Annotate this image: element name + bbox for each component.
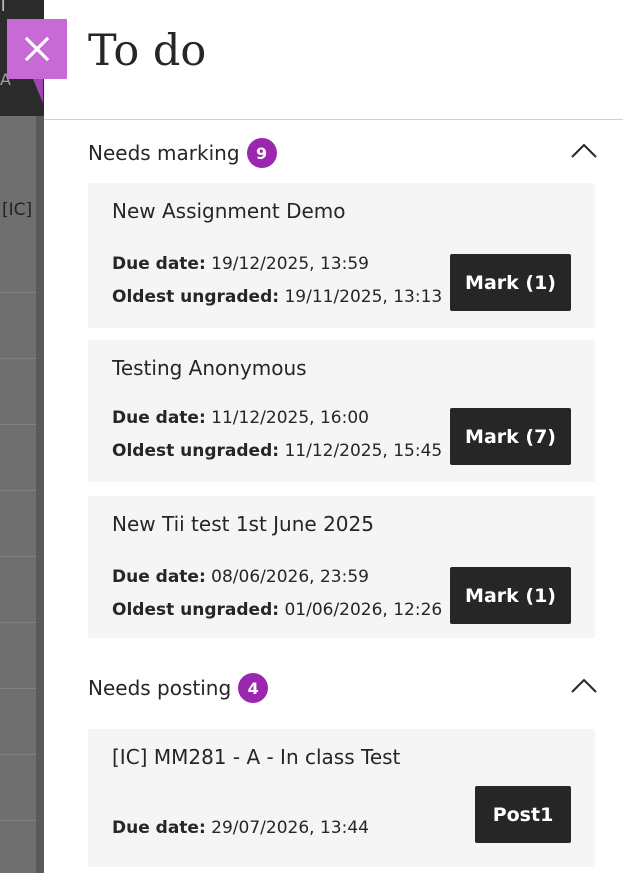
oldest-ungraded-value: 19/11/2025, 13:13 <box>284 287 443 307</box>
section-label: Needs posting <box>88 676 232 700</box>
background-page: T A [IC] M <box>0 0 44 873</box>
background-text: T <box>0 0 9 16</box>
due-date-row: Due date: 11/12/2025, 16:00 <box>112 408 369 428</box>
section-needs-posting-header[interactable]: Needs posting 4 <box>88 671 598 705</box>
mark-button[interactable]: Mark (1) <box>450 567 571 624</box>
mark-button[interactable]: Mark (1) <box>450 254 571 311</box>
close-button-tail <box>33 79 43 103</box>
due-date-value: 29/07/2026, 13:44 <box>211 818 369 838</box>
chevron-up-icon[interactable] <box>570 140 598 160</box>
assignment-title: [IC] MM281 - A - In class Test <box>112 745 401 769</box>
title-divider <box>44 119 623 120</box>
close-icon <box>24 36 50 62</box>
section-label: Needs marking <box>88 141 240 165</box>
list-item: [IC] MM281 - A - In class Test Due date:… <box>88 729 595 867</box>
chevron-up-icon[interactable] <box>570 675 598 695</box>
due-date-value: 08/06/2026, 23:59 <box>211 567 369 587</box>
assignment-title: New Assignment Demo <box>112 199 346 223</box>
post-button[interactable]: Post1 <box>475 786 571 843</box>
due-date-value: 19/12/2025, 13:59 <box>211 254 369 274</box>
oldest-ungraded-label: Oldest ungraded: <box>112 441 280 461</box>
todo-panel: To do Needs marking 9 New Assignment Dem… <box>44 0 623 873</box>
oldest-ungraded-row: Oldest ungraded: 11/12/2025, 15:45 <box>112 441 442 461</box>
oldest-ungraded-value: 11/12/2025, 15:45 <box>284 441 443 461</box>
oldest-ungraded-label: Oldest ungraded: <box>112 600 280 620</box>
oldest-ungraded-row: Oldest ungraded: 19/11/2025, 13:13 <box>112 287 442 307</box>
assignment-title: Testing Anonymous <box>112 356 307 380</box>
mark-button[interactable]: Mark (7) <box>450 408 571 465</box>
assignment-title: New Tii test 1st June 2025 <box>112 512 374 536</box>
list-item: New Tii test 1st June 2025 Due date: 08/… <box>88 496 595 638</box>
background-edge <box>36 116 44 873</box>
due-date-row: Due date: 08/06/2026, 23:59 <box>112 567 369 587</box>
close-button[interactable] <box>7 19 67 79</box>
page-title: To do <box>88 26 207 76</box>
oldest-ungraded-row: Oldest ungraded: 01/06/2026, 12:26 <box>112 600 442 620</box>
due-date-row: Due date: 19/12/2025, 13:59 <box>112 254 369 274</box>
oldest-ungraded-value: 01/06/2026, 12:26 <box>284 600 443 620</box>
due-date-label: Due date: <box>112 567 206 587</box>
due-date-value: 11/12/2025, 16:00 <box>211 408 369 428</box>
due-date-label: Due date: <box>112 818 206 838</box>
oldest-ungraded-label: Oldest ungraded: <box>112 287 280 307</box>
due-date-label: Due date: <box>112 408 206 428</box>
due-date-label: Due date: <box>112 254 206 274</box>
due-date-row: Due date: 29/07/2026, 13:44 <box>112 818 369 838</box>
section-needs-marking-header[interactable]: Needs marking 9 <box>88 136 598 170</box>
count-badge: 4 <box>238 673 269 703</box>
list-item: New Assignment Demo Due date: 19/12/2025… <box>88 183 595 328</box>
list-item: Testing Anonymous Due date: 11/12/2025, … <box>88 340 595 482</box>
count-badge: 9 <box>246 138 277 168</box>
